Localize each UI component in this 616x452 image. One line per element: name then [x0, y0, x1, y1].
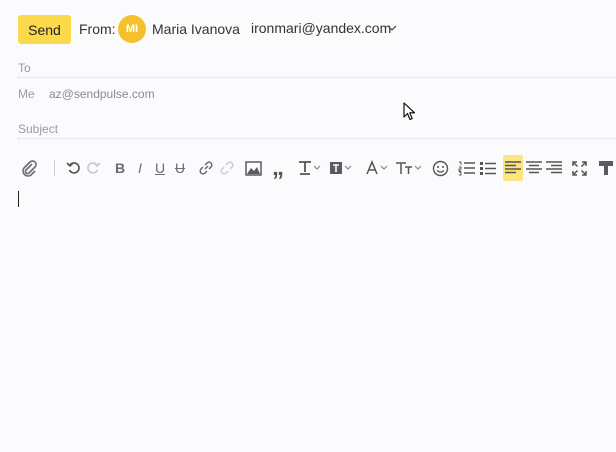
- compose-header: Send From: MI Maria Ivanova ironmari@yan…: [0, 0, 616, 58]
- align-center-icon[interactable]: [525, 155, 543, 181]
- clear-format-icon[interactable]: [596, 155, 616, 181]
- chevron-down-icon[interactable]: [386, 23, 398, 33]
- sender-email-select[interactable]: ironmari@yandex.com: [251, 20, 391, 36]
- avatar: MI: [118, 15, 146, 43]
- font-size-icon[interactable]: [394, 155, 424, 181]
- text-color-icon[interactable]: [296, 155, 324, 181]
- unlink-icon[interactable]: [217, 155, 237, 181]
- italic-icon[interactable]: I: [133, 155, 147, 181]
- to-field[interactable]: To: [18, 58, 616, 78]
- undo-icon[interactable]: [65, 155, 83, 181]
- subject-field[interactable]: Subject: [18, 118, 616, 139]
- me-field[interactable]: Me az@sendpulse.com: [18, 80, 616, 120]
- redo-icon[interactable]: [84, 155, 102, 181]
- me-value: az@sendpulse.com: [49, 87, 155, 101]
- send-button[interactable]: Send: [18, 15, 71, 44]
- formatting-toolbar: B I U U „: [18, 154, 616, 181]
- align-right-icon[interactable]: [545, 155, 563, 181]
- underline-icon[interactable]: U: [152, 155, 168, 181]
- subject-label: Subject: [18, 122, 59, 136]
- bold-icon[interactable]: B: [112, 155, 128, 181]
- to-label: To: [18, 61, 31, 75]
- strikethrough-icon[interactable]: U: [172, 155, 188, 181]
- background-color-icon[interactable]: [327, 155, 355, 181]
- font-icon[interactable]: [364, 155, 392, 181]
- emoji-icon[interactable]: [431, 155, 449, 181]
- align-left-icon[interactable]: [503, 155, 523, 181]
- text-caret: [18, 191, 19, 207]
- toolbar-divider: [54, 160, 55, 176]
- fullscreen-icon[interactable]: [570, 155, 588, 181]
- bullet-list-icon[interactable]: [479, 155, 497, 181]
- mouse-pointer-icon: [403, 102, 416, 121]
- ordered-list-icon[interactable]: [458, 155, 476, 181]
- sender-name: Maria Ivanova: [152, 21, 240, 37]
- me-label: Me: [18, 87, 35, 101]
- image-icon[interactable]: [244, 155, 262, 181]
- attach-icon[interactable]: [18, 155, 40, 181]
- link-icon[interactable]: [196, 155, 216, 181]
- from-label: From:: [79, 21, 116, 37]
- quote-icon[interactable]: „: [269, 154, 287, 181]
